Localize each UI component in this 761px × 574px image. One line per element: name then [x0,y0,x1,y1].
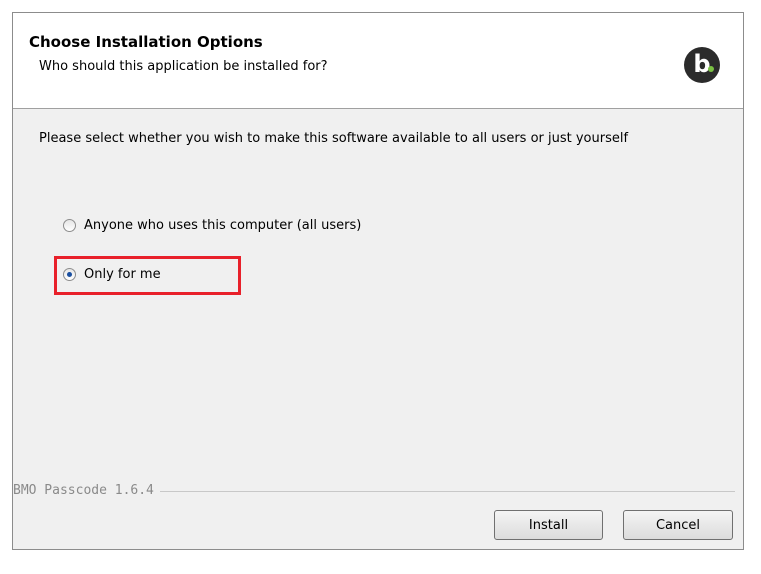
radio-button-all-users[interactable] [63,219,76,232]
installer-dialog: Choose Installation Options Who should t… [12,12,744,550]
page-subtitle: Who should this application be installed… [39,59,328,74]
branding-text: BMO Passcode 1.6.4 [13,483,160,498]
logo-letter: b [693,50,711,78]
install-button[interactable]: Install [494,510,603,540]
header-panel: Choose Installation Options Who should t… [13,13,743,109]
radio-label-all-users: Anyone who uses this computer (all users… [84,218,362,233]
description-text: Please select whether you wish to make t… [39,131,629,146]
radio-option-all-users[interactable]: Anyone who uses this computer (all users… [63,218,361,233]
bmo-logo-icon: b [684,47,720,83]
logo-dot [708,66,714,72]
page-title: Choose Installation Options [29,33,263,51]
highlight-box [54,256,241,295]
branding-separator: BMO Passcode 1.6.4 [13,483,743,499]
cancel-button[interactable]: Cancel [623,510,733,540]
